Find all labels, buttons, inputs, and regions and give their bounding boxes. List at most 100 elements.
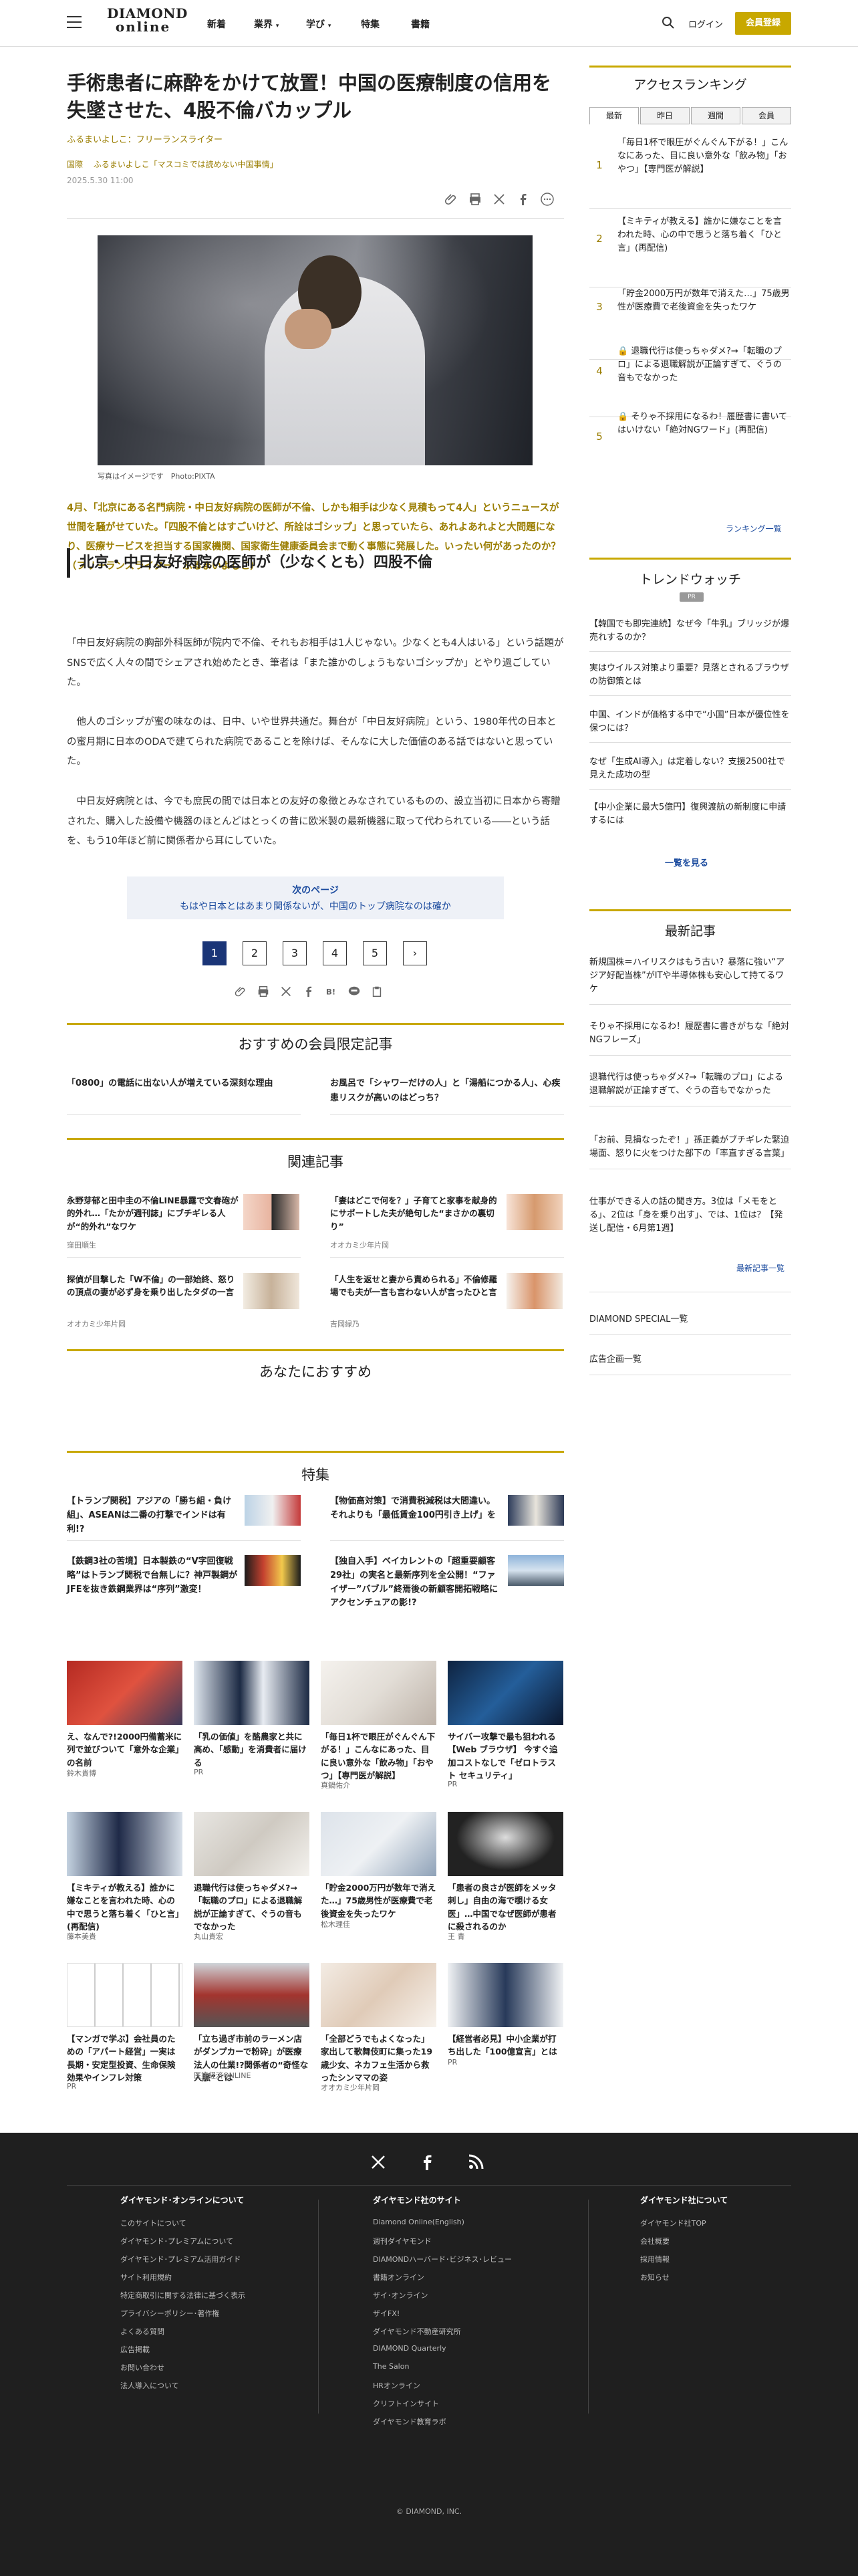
facebook-icon[interactable] xyxy=(516,192,531,207)
register-button[interactable]: 会員登録 xyxy=(735,12,791,35)
footer-link[interactable]: Diamond Online(English) xyxy=(373,2218,560,2236)
site-header: DIAMOND online 新着 業界 ▾ 学び ▾ 特集 書籍 ログイン 会… xyxy=(0,0,858,47)
ad-list-link[interactable]: 広告企画一覧 xyxy=(589,1352,791,1365)
member-article-2[interactable]: お風呂で「シャワーだけの人」と「湯船につかる人」、心疾患リスクが高いのはどっち？ xyxy=(330,1076,564,1106)
category-link[interactable]: 国際 xyxy=(67,160,83,169)
nav-feature[interactable]: 特集 xyxy=(361,17,380,31)
footer-link[interactable]: 広告掲載 xyxy=(120,2344,307,2362)
card-title: 「全部どうでもよくなった」家出して歌舞伎町に集った19歳少女、ネカフェ生活から救… xyxy=(321,2034,433,2083)
footer-link[interactable]: 採用情報 xyxy=(640,2254,827,2272)
more-icon[interactable] xyxy=(540,192,555,207)
tab-members[interactable]: 会員 xyxy=(742,107,791,124)
footer-link[interactable]: ダイヤモンド･プレミアムについて xyxy=(120,2236,307,2254)
footer-column-divider xyxy=(318,2200,319,2414)
facebook-icon[interactable] xyxy=(418,2153,437,2172)
hatena-icon[interactable]: B! xyxy=(325,985,338,998)
rss-icon[interactable] xyxy=(466,2153,485,2172)
search-icon[interactable] xyxy=(662,16,675,29)
card-thumbnail xyxy=(448,1812,563,1876)
login-link[interactable]: ログイン xyxy=(688,17,723,30)
article-photo xyxy=(98,235,533,465)
footer-link[interactable]: HRオンライン xyxy=(373,2380,560,2398)
tab-weekly[interactable]: 週間 xyxy=(691,107,740,124)
next-page-title: もはや日本とはあまり関係ないが、中国のトップ病院なのは確か xyxy=(180,901,451,912)
diamond-special-link[interactable]: DIAMOND SPECIAL一覧 xyxy=(589,1312,791,1324)
footer-link[interactable]: サイト利用規約 xyxy=(120,2272,307,2290)
trend-item[interactable]: 【中小企業に最大5億円】復興渡航の新制度に申請するには xyxy=(589,801,791,834)
latest-item[interactable]: そりゃ不採用になるわ！履歴書に書きがちな「絶対NGフレーズ」 xyxy=(589,1020,791,1056)
page-2[interactable]: 2 xyxy=(243,941,267,965)
x-twitter-icon[interactable] xyxy=(492,192,507,207)
ranking-item[interactable]: 1 「毎日1杯で眼圧がぐんぐん下がる！」こんなにあった、目に良い意外な「飲み物」… xyxy=(589,136,791,209)
footer-link[interactable]: ザイFX! xyxy=(373,2308,560,2326)
footer-link[interactable]: DIAMONDハーバード･ビジネス･レビュー xyxy=(373,2254,560,2272)
nav-new[interactable]: 新着 xyxy=(207,17,226,31)
trend-item[interactable]: なぜ「生成AI導入」は定着しない？支援2500社で見えた成功の型 xyxy=(589,755,791,790)
trend-item[interactable]: 実はウイルス対策より重要？見落とされるブラウザの防御策とは xyxy=(589,662,791,697)
site-logo[interactable]: DIAMOND online xyxy=(107,7,187,40)
facebook-icon[interactable] xyxy=(302,985,315,998)
paragraph: 中日友好病院とは、今でも庶民の間では日本との友好の象徴とみなされているものの、設… xyxy=(67,796,561,847)
latest-item[interactable]: 退職代行は使っちゃダメ?→「転職のプロ」による退職解説が正論すぎて、ぐうの音もで… xyxy=(589,1071,791,1107)
latest-item[interactable]: 新規国株＝ハイリスクはもう古い？暴落に強い“アジア好配当株”がITや半導体株も安… xyxy=(589,956,791,1006)
article-author[interactable]: ふるまいよしこ：フリーランスライター xyxy=(67,132,223,145)
nav-industry[interactable]: 業界 ▾ xyxy=(254,17,279,31)
tab-yesterday[interactable]: 昨日 xyxy=(640,107,690,124)
tab-latest[interactable]: 最新 xyxy=(589,107,639,124)
footer-link[interactable]: クリフトインサイト xyxy=(373,2398,560,2416)
footer-link[interactable]: ダイヤモンド･プレミアム活用ガイド xyxy=(120,2254,307,2272)
page-5[interactable]: 5 xyxy=(363,941,387,965)
footer-link[interactable]: DIAMOND Quarterly xyxy=(373,2344,560,2362)
footer-link[interactable]: よくある質問 xyxy=(120,2326,307,2344)
next-page-button[interactable]: › xyxy=(403,941,427,965)
footer-link[interactable]: ザイ･オンライン xyxy=(373,2290,560,2308)
footer-link[interactable]: このサイトについて xyxy=(120,2218,307,2236)
footer-column-title: ダイヤモンド社のサイト xyxy=(373,2196,461,2205)
page-4[interactable]: 4 xyxy=(323,941,347,965)
member-article-1[interactable]: 「0800」の電話に出ない人が増えている深刻な理由 xyxy=(67,1076,301,1091)
ranking-more-link[interactable]: ランキング一覧 xyxy=(726,523,782,534)
copy-icon[interactable] xyxy=(370,985,384,998)
menu-icon[interactable] xyxy=(67,16,82,28)
footer-link[interactable]: 書籍オンライン xyxy=(373,2272,560,2290)
footer-link[interactable]: お知らせ xyxy=(640,2272,827,2290)
card-title: 「貯金2000万円が数年で消えた…」75歳男性が医療費で老後資金を失ったワケ xyxy=(321,1883,436,1919)
footer-link[interactable]: ダイヤモンド教育ラボ xyxy=(373,2416,560,2434)
footer-link[interactable]: プライバシーポリシー･著作権 xyxy=(120,2308,307,2326)
footer-link[interactable]: ダイヤモンド社TOP xyxy=(640,2218,827,2236)
latest-item[interactable]: 仕事ができる人の話の聞き方。3位は「メモをとる」、2位は「身を乗り出す」、では、… xyxy=(589,1195,791,1244)
latest-item[interactable]: 「お前、見損なったぞ！」孫正義がブチギレた緊迫場面、怒りに火をつけた部下の「率直… xyxy=(589,1134,791,1170)
nav-learn[interactable]: 学び ▾ xyxy=(306,17,331,31)
print-icon[interactable] xyxy=(257,985,270,998)
ranking-item[interactable]: 4 🔒 退職代行は使っちゃダメ?→「転職のプロ」による退職解説が正論すぎて、ぐう… xyxy=(589,345,791,417)
x-twitter-icon[interactable] xyxy=(279,985,293,998)
trend-more-link[interactable]: 一覧を見る xyxy=(665,856,708,868)
next-page-box[interactable]: 次のページ もはや日本とはあまり関係ないが、中国のトップ病院なのは確か xyxy=(127,876,504,919)
footer-link[interactable]: お問い合わせ xyxy=(120,2362,307,2380)
footer-link[interactable]: 週刊ダイヤモンド xyxy=(373,2236,560,2254)
footer-link[interactable]: 法人導入について xyxy=(120,2380,307,2398)
footer-link[interactable]: ダイヤモンド不動産研究所 xyxy=(373,2326,560,2344)
related-item-author: 吉岡緑乃 xyxy=(330,1320,360,1328)
card-thumbnail xyxy=(194,1812,309,1876)
trend-item[interactable]: 中国、インドが価格する中で“小国”日本が優位性を保つには？ xyxy=(589,709,791,743)
trend-item[interactable]: 【韓国でも即完連続】なぜ今「牛乳」ブリッジが爆売れするのか？ xyxy=(589,618,791,653)
page-3[interactable]: 3 xyxy=(283,941,307,965)
divider xyxy=(330,1540,564,1541)
clip-icon[interactable] xyxy=(444,192,458,207)
x-twitter-icon[interactable] xyxy=(369,2153,388,2172)
series-link[interactable]: ふるまいよしこ「マスコミでは読めない中国事情」 xyxy=(94,160,278,169)
footer-link[interactable]: The Salon xyxy=(373,2362,560,2380)
nav-books[interactable]: 書籍 xyxy=(411,17,430,31)
ranking-item[interactable]: 5 🔒 そりゃ不採用になるわ！履歴書に書いてはいけない「絶対NGワード」(再配信… xyxy=(589,411,791,483)
print-icon[interactable] xyxy=(468,192,482,207)
latest-more-link[interactable]: 最新記事一覧 xyxy=(736,1262,784,1274)
page-1[interactable]: 1 xyxy=(202,941,227,965)
clip-icon[interactable] xyxy=(234,985,247,998)
related-item-title: 探偵が目撃した「W不倫」の一部始終、怒りの頂点の妻が必ず身を乗り出したタダの一言 xyxy=(67,1274,235,1298)
footer-link[interactable]: 会社概要 xyxy=(640,2236,827,2254)
ranking-item[interactable]: 2 【ミキティが教える】誰かに嫌なことを言われた時、心の中で思うと落ち着く「ひと… xyxy=(589,215,791,287)
card-thumbnail xyxy=(448,1963,563,2027)
line-icon[interactable] xyxy=(347,985,361,998)
footer-link[interactable]: 特定商取引に関する法律に基づく表示 xyxy=(120,2290,307,2308)
